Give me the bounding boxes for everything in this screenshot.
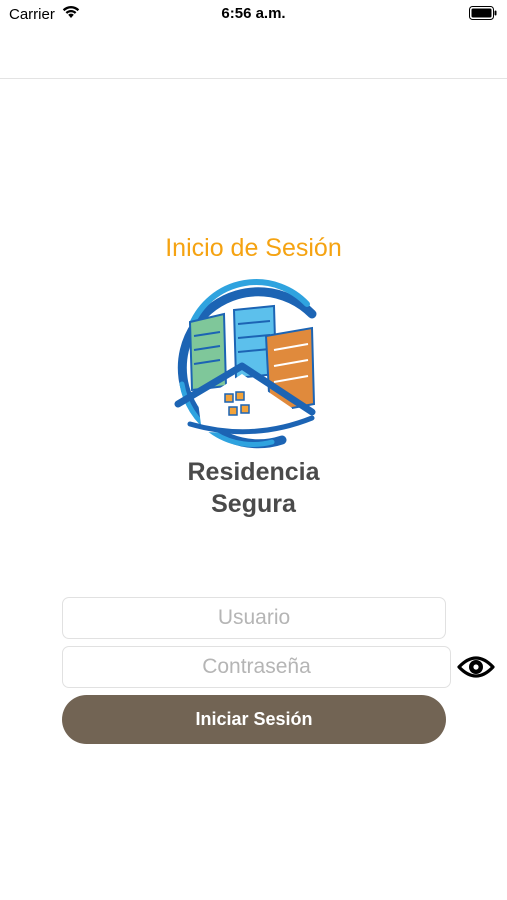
- password-input[interactable]: [63, 647, 450, 687]
- battery-icon: [469, 6, 497, 20]
- username-field[interactable]: [62, 597, 446, 639]
- navigation-bar: [0, 28, 507, 79]
- page-title: Inicio de Sesión: [165, 234, 342, 262]
- status-bar: Carrier 6:56 a.m.: [0, 0, 507, 28]
- login-button[interactable]: Iniciar Sesión: [62, 695, 446, 744]
- brand-name: Residencia Segura: [0, 456, 507, 520]
- username-input[interactable]: [63, 598, 445, 638]
- status-time: 6:56 a.m.: [221, 5, 286, 22]
- residencia-segura-logo: [174, 279, 317, 449]
- password-field[interactable]: [62, 646, 451, 688]
- brand-line-1: Residencia: [187, 458, 320, 486]
- eye-icon[interactable]: [457, 653, 495, 681]
- brand-line-2: Segura: [211, 490, 296, 518]
